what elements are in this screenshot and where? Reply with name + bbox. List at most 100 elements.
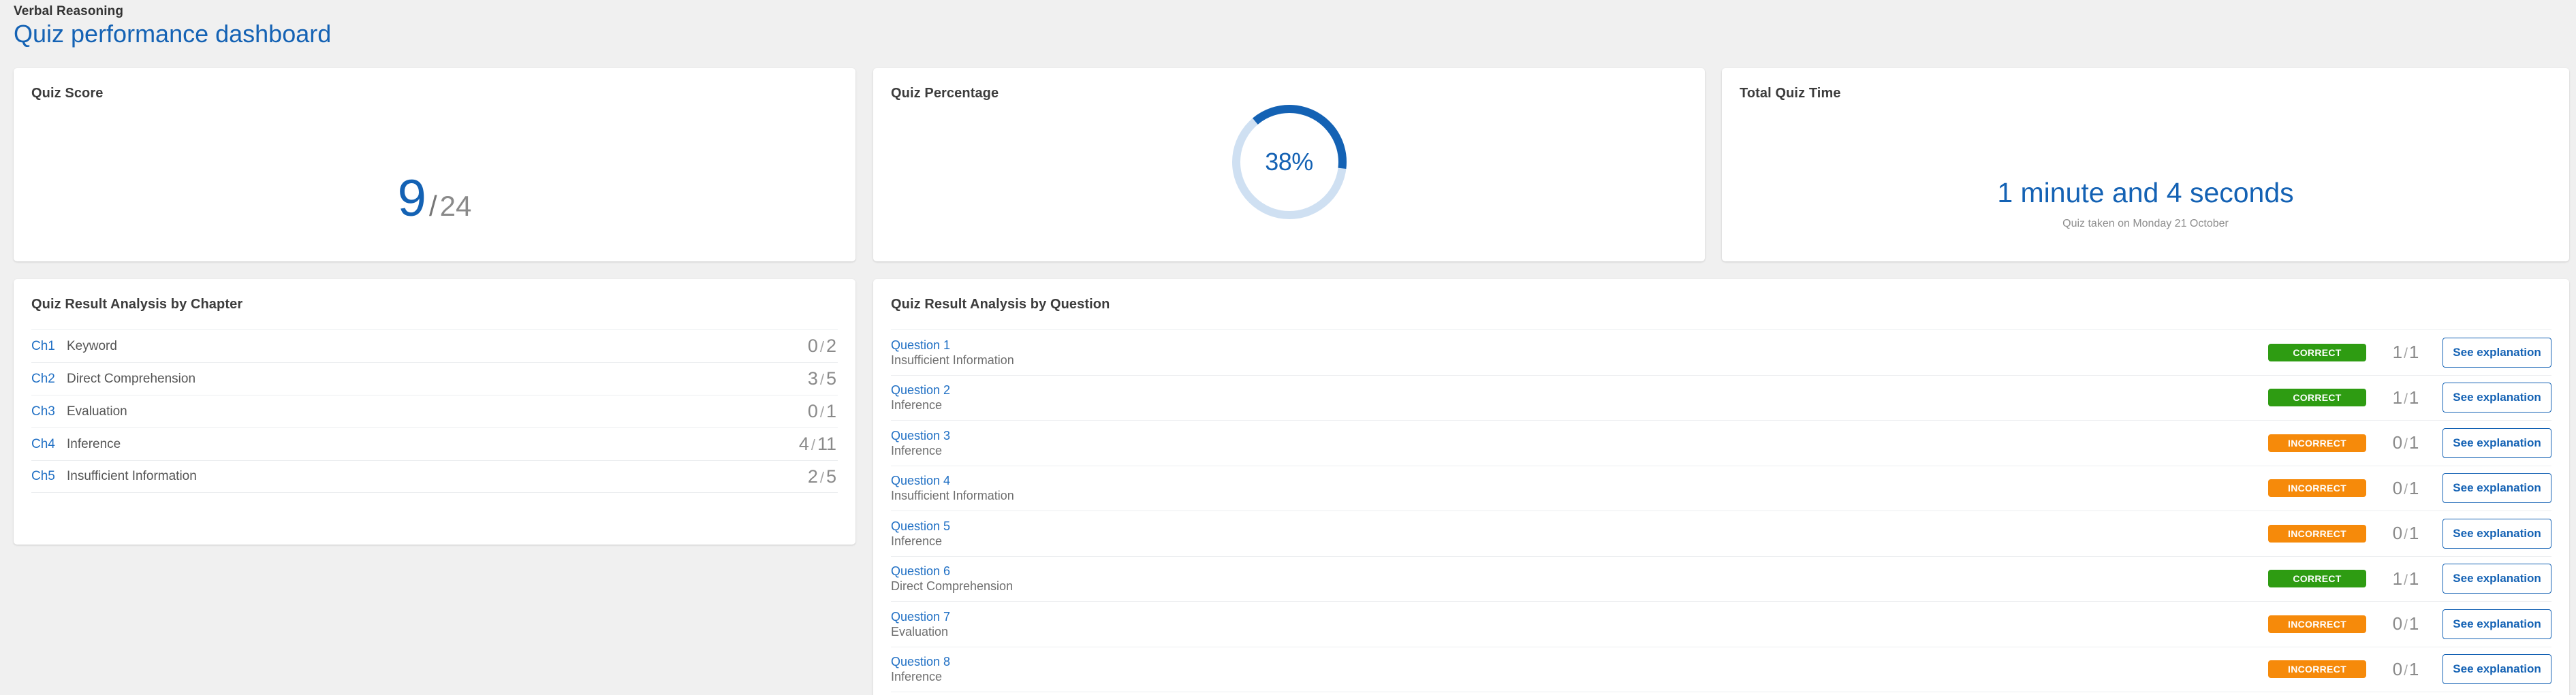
question-number-link[interactable]: Question 3 (891, 429, 950, 442)
chapter-score-total: 1 (826, 401, 836, 421)
quiz-score-value-group: 9/24 (14, 169, 855, 228)
percentage-value-label: 38% (1265, 148, 1313, 176)
chapter-score-separator: / (819, 371, 824, 388)
question-analysis-title: Quiz Result Analysis by Question (891, 297, 1110, 312)
total-quiz-time-value: 1 minute and 4 seconds (1997, 177, 2294, 208)
question-chapter-label: Inference (891, 443, 943, 457)
chapter-row[interactable]: Ch4 Inference 4/11 (31, 427, 838, 460)
chapter-score-value: 3 (807, 368, 818, 389)
question-status-badge: CORRECT (2268, 389, 2366, 407)
question-number-link[interactable]: Question 7 (891, 610, 950, 624)
total-quiz-time-card: Total Quiz Time 1 minute and 4 seconds Q… (1722, 68, 2569, 261)
question-score-value: 0 (2392, 477, 2403, 498)
see-explanation-button[interactable]: See explanation (2443, 609, 2551, 639)
question-score-value: 0 (2392, 432, 2403, 453)
chapter-analysis-title: Quiz Result Analysis by Chapter (31, 297, 243, 312)
question-row: Question 8 Inference INCORRECT 0/1 See expla… (891, 646, 2551, 692)
question-number-link[interactable]: Question 6 (891, 564, 950, 578)
percentage-donut-chart: 38% (1229, 102, 1349, 222)
question-text-group: Question 2 Inference (891, 383, 2268, 413)
question-score: 1/1 (2381, 387, 2430, 408)
chapter-code[interactable]: Ch3 (31, 404, 67, 419)
question-chapter-label: Insufficient Information (891, 353, 1014, 367)
question-score-value: 1 (2392, 568, 2403, 589)
question-score-value: 0 (2392, 613, 2403, 634)
question-number-link[interactable]: Question 5 (891, 519, 950, 533)
question-score-separator: / (2404, 572, 2408, 588)
question-number-link[interactable]: Question 2 (891, 383, 950, 397)
chapter-score: 0/2 (808, 336, 838, 357)
total-quiz-time-card-title: Total Quiz Time (1740, 86, 1841, 101)
question-status-badge: CORRECT (2268, 570, 2366, 588)
question-score-separator: / (2404, 436, 2408, 453)
chapter-code[interactable]: Ch2 (31, 372, 67, 387)
chapter-list: Ch1 Keyword 0/2 Ch2 Direct Comprehension 3/5 C… (31, 329, 838, 493)
question-status-badge: INCORRECT (2268, 479, 2366, 498)
chapter-score-value: 4 (798, 434, 809, 454)
chapter-name: Direct Comprehension (67, 371, 196, 386)
question-score-total: 1 (2408, 387, 2419, 408)
question-score-total: 1 (2408, 432, 2419, 453)
question-score-value: 1 (2392, 342, 2403, 363)
question-text-group: Question 7 Evaluation (891, 609, 2268, 639)
see-explanation-button[interactable]: See explanation (2443, 427, 2551, 458)
chapter-row[interactable]: Ch3 Evaluation 0/1 (31, 395, 838, 427)
question-score: 1/1 (2381, 568, 2430, 589)
question-status-badge: INCORRECT (2268, 434, 2366, 452)
chapter-row[interactable]: Ch5 Insufficient Information 2/5 (31, 460, 838, 493)
question-chapter-label: Inference (891, 670, 943, 684)
chapter-score-separator: / (819, 338, 824, 355)
question-score-separator: / (2404, 527, 2408, 543)
question-chapter-label: Evaluation (891, 624, 949, 639)
page-header: Verbal Reasoning Quiz performance dashbo… (14, 4, 967, 48)
question-score-separator: / (2404, 662, 2408, 679)
chapter-name: Inference (67, 436, 121, 451)
see-explanation-button[interactable]: See explanation (2443, 564, 2551, 594)
quiz-score-total: 24 (439, 190, 472, 222)
question-score-total: 1 (2408, 568, 2419, 589)
quiz-taken-date-subtitle: Quiz taken on Monday 21 October (2062, 218, 2229, 229)
chapter-score-value: 2 (807, 466, 818, 487)
question-score-total: 1 (2408, 477, 2419, 498)
chapter-analysis-card: Quiz Result Analysis by Chapter Ch1 Keywo… (14, 279, 855, 545)
question-score-total: 1 (2408, 342, 2419, 363)
subject-eyebrow: Verbal Reasoning (14, 4, 124, 18)
chapter-code[interactable]: Ch1 (31, 339, 67, 354)
chapter-row[interactable]: Ch2 Direct Comprehension 3/5 (31, 362, 838, 395)
quiz-score-card: Quiz Score 9/24 (14, 68, 855, 261)
question-number-link[interactable]: Question 4 (891, 474, 950, 487)
see-explanation-button[interactable]: See explanation (2443, 383, 2551, 413)
dashboard-page: Verbal Reasoning Quiz performance dashbo… (0, 0, 2576, 695)
chapter-score-separator: / (811, 436, 815, 453)
question-list: Question 1 Insufficient Information CORREC… (891, 329, 2551, 695)
question-score-total: 1 (2408, 658, 2419, 679)
chapter-code[interactable]: Ch4 (31, 437, 67, 452)
chapter-score-total: 5 (826, 368, 836, 389)
see-explanation-button[interactable]: See explanation (2443, 473, 2551, 504)
question-score: 0/1 (2381, 523, 2430, 544)
question-status-badge: INCORRECT (2268, 660, 2366, 679)
chapter-code[interactable]: Ch5 (31, 469, 67, 484)
question-score-separator: / (2404, 391, 2408, 407)
quiz-score-value: 9 (397, 169, 426, 227)
chapter-row[interactable]: Ch1 Keyword 0/2 (31, 329, 838, 362)
question-text-group: Question 4 Insufficient Information (891, 473, 2268, 503)
chapter-name: Evaluation (67, 404, 127, 419)
question-score: 0/1 (2381, 659, 2430, 680)
question-status-badge: INCORRECT (2268, 524, 2366, 543)
question-score: 1/1 (2381, 342, 2430, 363)
see-explanation-button[interactable]: See explanation (2443, 518, 2551, 549)
quiz-score-separator: / (428, 190, 437, 222)
question-number-link[interactable]: Question 1 (891, 338, 950, 352)
page-title: Quiz performance dashboard (14, 20, 332, 48)
chapter-score-value: 0 (807, 336, 818, 356)
see-explanation-button[interactable]: See explanation (2443, 654, 2551, 685)
chapter-score-separator: / (819, 404, 824, 421)
question-row: Question 3 Inference INCORRECT 0/1 See expla… (891, 420, 2551, 466)
quiz-percentage-card-title: Quiz Percentage (891, 86, 999, 101)
see-explanation-button[interactable]: See explanation (2443, 337, 2551, 368)
question-number-link[interactable]: Question 8 (891, 655, 950, 668)
question-chapter-label: Inference (891, 534, 943, 548)
chapter-name: Keyword (67, 338, 117, 353)
question-row: Question 2 Inference CORRECT 1/1 See explana… (891, 374, 2551, 421)
